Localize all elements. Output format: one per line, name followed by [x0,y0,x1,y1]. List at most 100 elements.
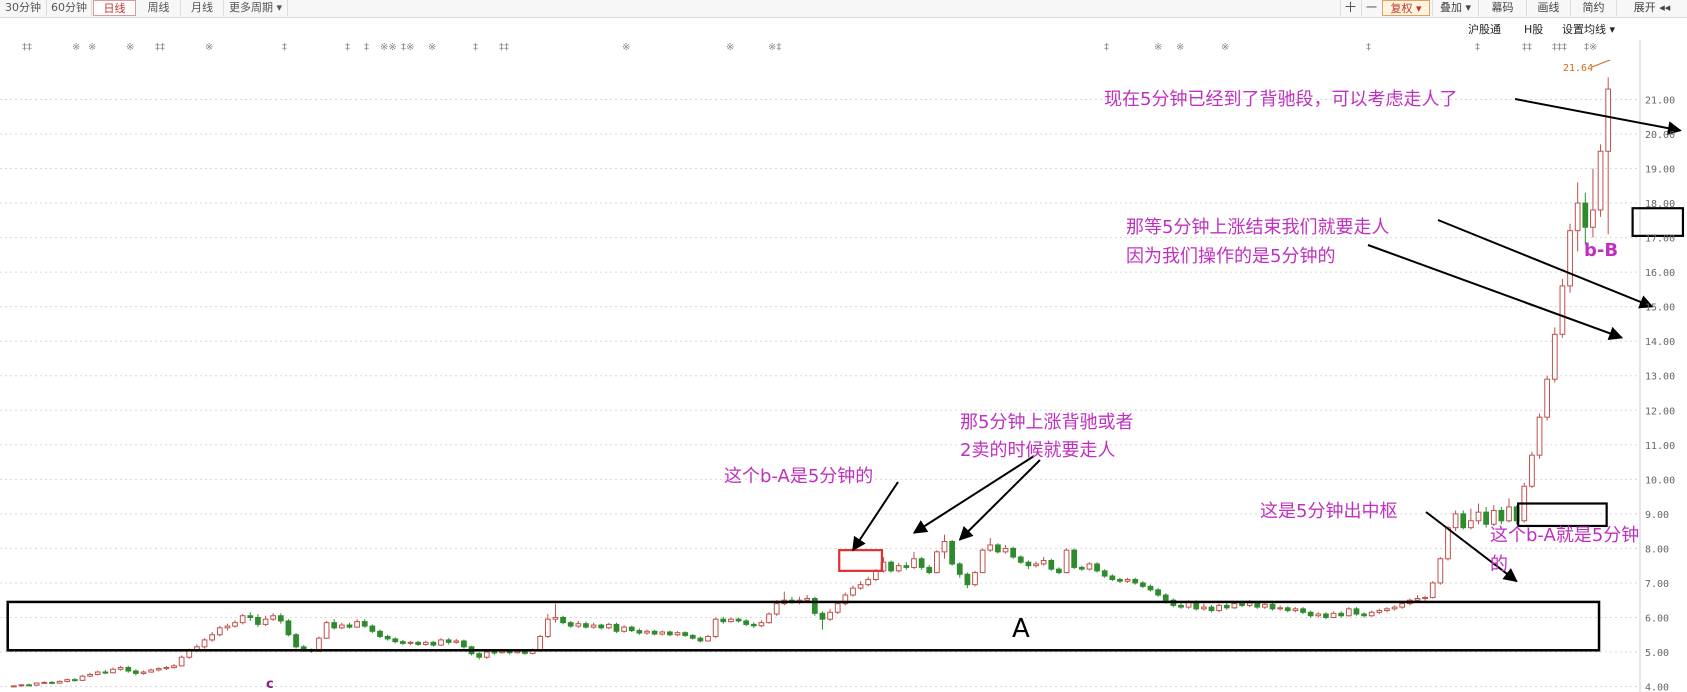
candle-body [674,632,681,636]
candle-body [33,682,40,686]
event-marker-icon: ※ [622,42,630,53]
candle-body [979,549,986,574]
candle-body [277,615,284,622]
candle-body [1544,378,1551,418]
candle-body [1315,613,1322,617]
candle-body [1574,202,1581,232]
candle-body [689,634,696,639]
candle-body [438,639,444,646]
candle-body [537,635,544,651]
candle-body [1422,596,1428,599]
candle-body [56,680,63,684]
candle-body [1445,527,1451,560]
candle-body [1490,509,1497,525]
candle-body [10,685,17,688]
event-marker-icon: ‡ [282,42,287,53]
candle-body [445,639,452,643]
candle-body [94,671,101,675]
candle-body [1353,608,1360,615]
candle-body [552,616,559,620]
candle-body [750,623,757,627]
candle-body [1536,416,1543,456]
y-tick-label: 12.00 [1645,406,1675,417]
candle-body [1468,520,1474,529]
zhongshu-box [6,600,1601,652]
candle-body [682,632,688,636]
candle-body [743,620,750,625]
zhongshu-A-label: A [1012,614,1030,644]
candle-body [1101,570,1108,577]
candle-body [995,544,1001,553]
candle-body [361,621,368,627]
event-marker-icon: ‡‡‡ [1552,42,1567,53]
candle-body [1300,608,1306,613]
candle-body [140,671,147,674]
candle-body [636,630,643,634]
candle-body [1437,558,1444,584]
candle-body [148,669,154,673]
candle-body [621,626,627,632]
candle-body [850,587,856,596]
annotation-b-A-second-end: 的 [1490,554,1508,575]
candle-body [1086,563,1093,570]
event-marker-icon: ※ [1154,42,1162,53]
candle-body [285,620,292,636]
candle-body [1048,559,1055,570]
candle-body [1269,603,1276,610]
candle-body [1429,582,1436,598]
candle-body [1345,608,1352,617]
y-tick-label: 17.00 [1645,234,1675,245]
candle-body [1246,602,1253,606]
candle-body [1178,604,1184,608]
candle-body [163,667,170,670]
candle-body [369,625,376,632]
candle-body [888,561,894,572]
event-marker-icon: ‡ [1475,42,1480,53]
candle-body [1330,612,1337,618]
candle-body [1010,547,1017,558]
zhongshu-box [838,549,884,572]
y-tick-label: 20.00 [1645,130,1675,141]
y-tick-label: 16.00 [1645,268,1675,279]
candle-body [1361,613,1367,617]
event-marker-icon: ‡‡ [499,42,509,53]
candle-body [407,641,414,644]
candle-body [766,613,772,624]
y-tick-label: 11.00 [1645,441,1675,452]
event-marker-icon: ‡ [1104,42,1109,53]
candle-body [895,565,902,572]
event-marker-icon: ‡※ [1584,42,1597,53]
candle-body [430,641,437,646]
annotation-arrow [852,481,899,552]
candle-body [819,612,826,620]
candle-body [735,618,742,622]
y-tick-label: 4.00 [1645,683,1669,692]
annotation-exit-after-rise: 那等5分钟上涨结束我们就要走人 [1126,217,1389,238]
event-marker-icon: ‡ [1366,42,1371,53]
candle-body [605,623,612,629]
max-price-pointer [1591,59,1611,68]
event-marker-icon: ‡※ [401,42,414,53]
y-tick-label: 18.00 [1645,199,1675,210]
candle-body [1399,603,1406,608]
candle-body [1223,604,1230,609]
event-marker-icon: ‡‡ [22,42,32,53]
y-tick-label: 15.00 [1645,303,1675,314]
candle-body [567,622,574,627]
candle-body [41,681,48,684]
candle-body [125,667,132,672]
candle-body [903,565,910,568]
candle-body [1605,88,1612,152]
candle-body [87,673,93,677]
candle-body [987,544,994,551]
candle-body [659,631,666,635]
candle-body [384,635,391,640]
bottom-marker: c [266,677,274,692]
candle-body [1025,561,1032,567]
candle-body [346,624,353,628]
candle-body [1498,509,1505,522]
candle-body [1254,602,1261,608]
candle-body [667,631,673,636]
candle-body [1368,611,1375,617]
event-marker-icon: ※ [72,42,80,53]
